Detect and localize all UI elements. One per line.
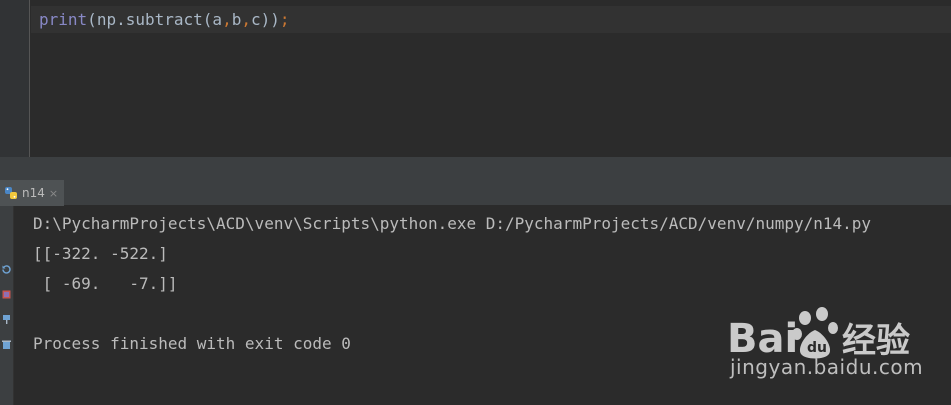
close-icon[interactable]: × — [49, 187, 58, 200]
code-method-subtract: subtract — [125, 10, 203, 29]
code-comma-1: , — [222, 10, 232, 29]
stop-icon[interactable] — [1, 289, 12, 300]
current-code-line[interactable]: print(np.subtract(a,b,c)); — [31, 6, 951, 33]
code-semicolon: ; — [279, 10, 290, 29]
watermark-url: jingyan.baidu.com — [730, 355, 924, 379]
console-line-result-2: [ -69. -7.]] — [33, 274, 178, 293]
code-args-open: ( — [202, 10, 213, 29]
svg-text:du: du — [807, 340, 827, 356]
console-line-exit: Process finished with exit code 0 — [33, 334, 351, 353]
code-arg-b: b — [231, 10, 242, 29]
rerun-icon[interactable] — [1, 264, 12, 275]
console-line-result-1: [[-322. -522.] — [33, 244, 168, 263]
code-arg-a: a — [212, 10, 223, 29]
run-tab-label: n14 — [22, 186, 45, 200]
editor-gutter — [0, 0, 30, 157]
console-line-command: D:\PycharmProjects\ACD\venv\Scripts\pyth… — [33, 214, 872, 233]
trash-icon[interactable] — [1, 339, 12, 350]
run-tab-n14[interactable]: n14 × — [0, 180, 65, 206]
code-editor[interactable]: print(np.subtract(a,b,c)); — [0, 0, 951, 157]
code-comma-2: , — [241, 10, 251, 29]
code-arg-c: c — [250, 10, 261, 29]
run-tab-bar: n14 × — [0, 180, 951, 206]
code-paren-close: )) — [260, 10, 280, 29]
code-paren-open: ( — [87, 10, 97, 29]
code-dot: . — [116, 10, 126, 29]
pin-icon[interactable] — [1, 314, 12, 325]
python-icon — [5, 187, 17, 199]
code-object-np: np — [96, 10, 117, 29]
run-toolbar — [0, 206, 14, 405]
code-text[interactable]: print(np.subtract(a,b,c)); — [39, 9, 290, 31]
code-builtin-print: print — [39, 10, 88, 29]
